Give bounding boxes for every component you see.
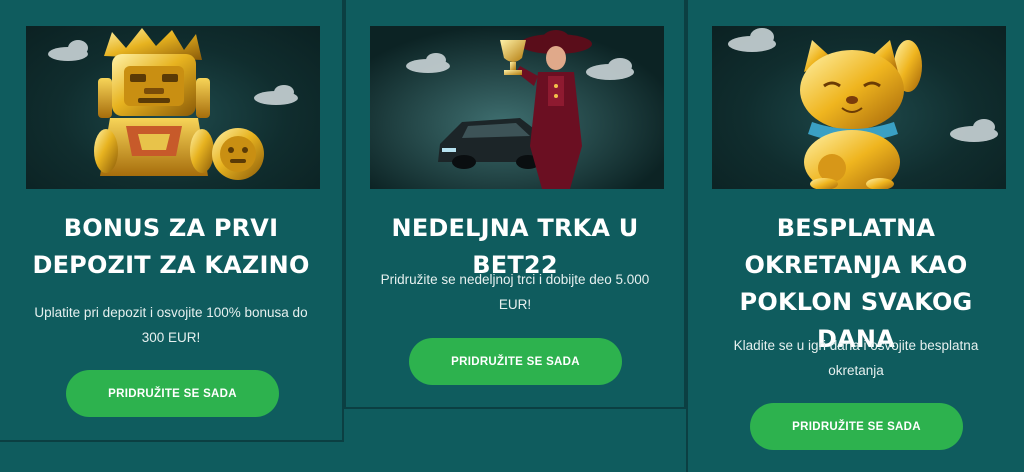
- promo-description: Pridružite se nedeljnoj trci i dobijte d…: [380, 272, 650, 312]
- join-now-button[interactable]: PRIDRUŽITE SE SADA: [409, 338, 622, 385]
- promo-image-lucky-cat: [712, 26, 1006, 189]
- woman-trophy-illustration: [370, 26, 664, 189]
- golden-idol-illustration: [48, 28, 298, 180]
- join-now-button[interactable]: PRIDRUŽITE SE SADA: [66, 370, 279, 417]
- join-now-button[interactable]: PRIDRUŽITE SE SADA: [750, 403, 963, 450]
- promo-card-weekly-race: NEDELJNA TRKA U BET22 Pridružite se nede…: [344, 0, 686, 409]
- promotions-page: BONUS ZA PRVI DEPOZIT ZA KAZINO Uplatite…: [0, 0, 1024, 472]
- promo-description: Kladite se u igri dana i osvojite bespla…: [733, 338, 979, 378]
- promo-title: BONUS ZA PRVI DEPOZIT ZA KAZINO: [32, 214, 310, 279]
- promo-image-woman-trophy: [370, 26, 664, 189]
- promo-image-golden-idol: [26, 26, 320, 189]
- promo-description: Uplatite pri depozit i osvojite 100% bon…: [34, 305, 308, 345]
- lucky-cat-illustration: [728, 28, 998, 189]
- promo-card-free-spins: BESPLATNA OKRETANJA KAO POKLON SVAKOG DA…: [686, 0, 1024, 472]
- promo-card-casino-bonus: BONUS ZA PRVI DEPOZIT ZA KAZINO Uplatite…: [0, 0, 344, 442]
